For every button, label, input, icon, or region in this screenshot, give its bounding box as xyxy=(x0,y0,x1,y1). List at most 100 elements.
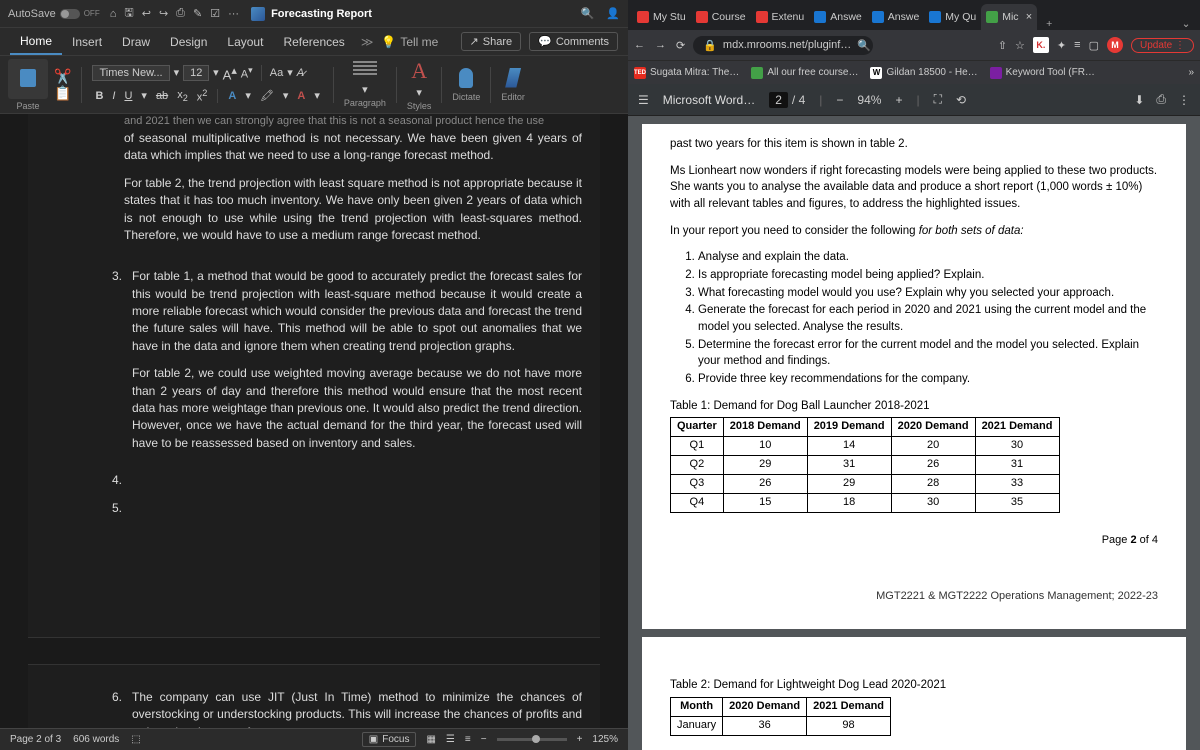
chevron-down-icon[interactable]: ▾ xyxy=(242,87,254,104)
highlight-icon[interactable]: 🖍 xyxy=(257,87,277,104)
bookmarks-overflow-icon[interactable]: » xyxy=(1188,67,1194,78)
overflow-icon[interactable]: ≫ xyxy=(361,35,374,49)
tab-layout[interactable]: Layout xyxy=(217,28,273,55)
profile-icon[interactable]: M xyxy=(1107,37,1123,53)
browser-tab[interactable]: Answe xyxy=(809,4,867,30)
rotate-icon[interactable]: ⟲ xyxy=(956,93,966,107)
zoom-in-icon[interactable]: + xyxy=(577,734,583,745)
comments-button[interactable]: 💬 Comments xyxy=(529,32,618,51)
touch-icon[interactable]: ✎ xyxy=(193,7,202,20)
forward-icon[interactable]: → xyxy=(655,39,666,52)
browser-tab[interactable]: Extenu xyxy=(751,4,810,30)
browser-tab[interactable]: Course xyxy=(691,4,751,30)
font-color-icon[interactable]: A xyxy=(294,88,308,104)
change-case-icon[interactable]: Aa xyxy=(270,67,283,79)
dictate-icon[interactable] xyxy=(459,68,473,88)
share-button[interactable]: ↗ Share xyxy=(461,32,522,51)
view-outline-icon[interactable]: ≡ xyxy=(465,734,471,745)
home-icon[interactable]: ⌂ xyxy=(110,8,117,20)
tell-me[interactable]: 💡 Tell me xyxy=(381,35,438,49)
tab-references[interactable]: References xyxy=(273,28,354,55)
checklist-icon[interactable]: ☑ xyxy=(210,7,220,20)
account-icon[interactable]: 👤 xyxy=(606,7,620,20)
chevron-down-icon[interactable]: ▾ xyxy=(138,87,150,104)
browser-tab[interactable]: Mic× xyxy=(981,4,1037,30)
download-icon[interactable]: ⬇ xyxy=(1134,93,1144,107)
superscript-icon[interactable]: x2 xyxy=(194,86,211,106)
tab-design[interactable]: Design xyxy=(160,28,217,55)
tab-insert[interactable]: Insert xyxy=(62,28,112,55)
grow-font-icon[interactable]: A▴ xyxy=(223,64,237,82)
browser-tab[interactable]: My Stu xyxy=(632,4,691,30)
bold-icon[interactable]: B xyxy=(92,88,106,104)
more-icon[interactable]: ··· xyxy=(228,8,239,20)
subscript-icon[interactable]: x2 xyxy=(174,87,191,105)
page-current[interactable]: 2 xyxy=(769,92,788,108)
browser-tab[interactable]: My Qu xyxy=(924,4,981,30)
bookmark-item[interactable]: TEDSugata Mitra: The… xyxy=(634,67,739,79)
bookmark-item[interactable]: WGildan 18500 - He… xyxy=(870,67,977,79)
reload-icon[interactable]: ⟳ xyxy=(676,39,685,52)
save-icon[interactable]: 🖫 xyxy=(124,4,133,23)
tab-draw[interactable]: Draw xyxy=(112,28,160,55)
close-icon[interactable]: × xyxy=(1026,11,1032,23)
tab-overflow-icon[interactable]: ⌄ xyxy=(1176,18,1196,30)
zoom-level[interactable]: 125% xyxy=(592,734,618,745)
zoom-out-icon[interactable]: − xyxy=(836,93,843,107)
chevron-down-icon[interactable]: ▾ xyxy=(362,83,368,96)
redo-icon[interactable]: ↪ xyxy=(159,7,168,20)
italic-icon[interactable]: I xyxy=(109,88,118,104)
fit-icon[interactable]: ⛶ xyxy=(934,92,942,107)
document-area[interactable]: and 2021 then we can strongly agree that… xyxy=(0,114,628,728)
word-count[interactable]: 606 words xyxy=(73,734,119,745)
format-painter-icon[interactable]: ✂️📋 xyxy=(54,68,71,102)
browser-tab[interactable]: Answe xyxy=(867,4,925,30)
styles-icon[interactable]: A xyxy=(411,58,427,84)
pdf-viewport[interactable]: past two years for this item is shown in… xyxy=(628,116,1200,750)
chevron-down-icon[interactable]: ▾ xyxy=(213,66,219,79)
menu-icon[interactable]: ☰ xyxy=(638,93,649,107)
paragraph-icon[interactable] xyxy=(350,61,380,81)
chevron-down-icon[interactable]: ▾ xyxy=(287,66,293,79)
font-name-select[interactable]: Times New... xyxy=(92,65,169,81)
more-icon[interactable]: ⋮ xyxy=(1178,93,1190,107)
star-icon[interactable]: ☆ xyxy=(1015,39,1025,52)
share-icon[interactable]: ⇧ xyxy=(998,39,1007,52)
clear-format-icon[interactable]: A̷ xyxy=(297,67,304,79)
text-effects-icon[interactable]: A xyxy=(225,88,239,104)
search-icon[interactable]: 🔍 xyxy=(581,7,595,20)
zoom-slider[interactable] xyxy=(497,738,567,741)
zoom-out-icon[interactable]: − xyxy=(481,734,487,745)
font-size-select[interactable]: 12 xyxy=(183,65,209,81)
url-input[interactable]: 🔒 mdx.mrooms.net/pluginf… 🔍 xyxy=(693,36,873,55)
print-icon[interactable]: ⎙ xyxy=(176,7,185,20)
view-web-icon[interactable]: ☰ xyxy=(446,734,455,745)
undo-icon[interactable]: ↩ xyxy=(142,7,151,20)
shrink-font-icon[interactable]: A▾ xyxy=(241,65,253,81)
editor-icon[interactable] xyxy=(505,68,521,88)
strike-icon[interactable]: ab xyxy=(153,88,171,104)
focus-mode[interactable]: ▣ Focus xyxy=(362,732,417,747)
chevron-down-icon[interactable]: ▾ xyxy=(416,86,422,99)
print-icon[interactable]: ⎙ xyxy=(1156,92,1166,107)
extensions-icon[interactable]: ✦ xyxy=(1057,39,1066,52)
new-tab-button[interactable]: + xyxy=(1037,18,1061,30)
bookmark-item[interactable]: All our free course… xyxy=(751,67,858,79)
spellcheck-icon[interactable]: ⬚ xyxy=(131,734,140,745)
chevron-down-icon[interactable]: ▾ xyxy=(280,87,292,104)
bookmark-item[interactable]: Keyword Tool (FR… xyxy=(990,67,1095,79)
update-button[interactable]: Update ⋮ xyxy=(1131,38,1194,53)
sidepanel-icon[interactable]: ▢ xyxy=(1089,39,1099,52)
extension-k-icon[interactable]: K. xyxy=(1033,37,1049,53)
page-indicator[interactable]: Page 2 of 3 xyxy=(10,734,61,745)
view-print-icon[interactable]: ▦ xyxy=(426,734,435,745)
zoom-in-icon[interactable]: + xyxy=(895,93,902,107)
back-icon[interactable]: ← xyxy=(634,39,645,52)
reading-list-icon[interactable]: ≡ xyxy=(1074,39,1080,51)
autosave-toggle[interactable]: AutoSave OFF xyxy=(8,8,100,20)
chevron-down-icon[interactable]: ▾ xyxy=(311,87,323,104)
chevron-down-icon[interactable]: ▾ xyxy=(174,66,180,79)
underline-icon[interactable]: U xyxy=(121,88,135,104)
tab-home[interactable]: Home xyxy=(10,28,62,55)
paste-button[interactable] xyxy=(8,59,48,99)
